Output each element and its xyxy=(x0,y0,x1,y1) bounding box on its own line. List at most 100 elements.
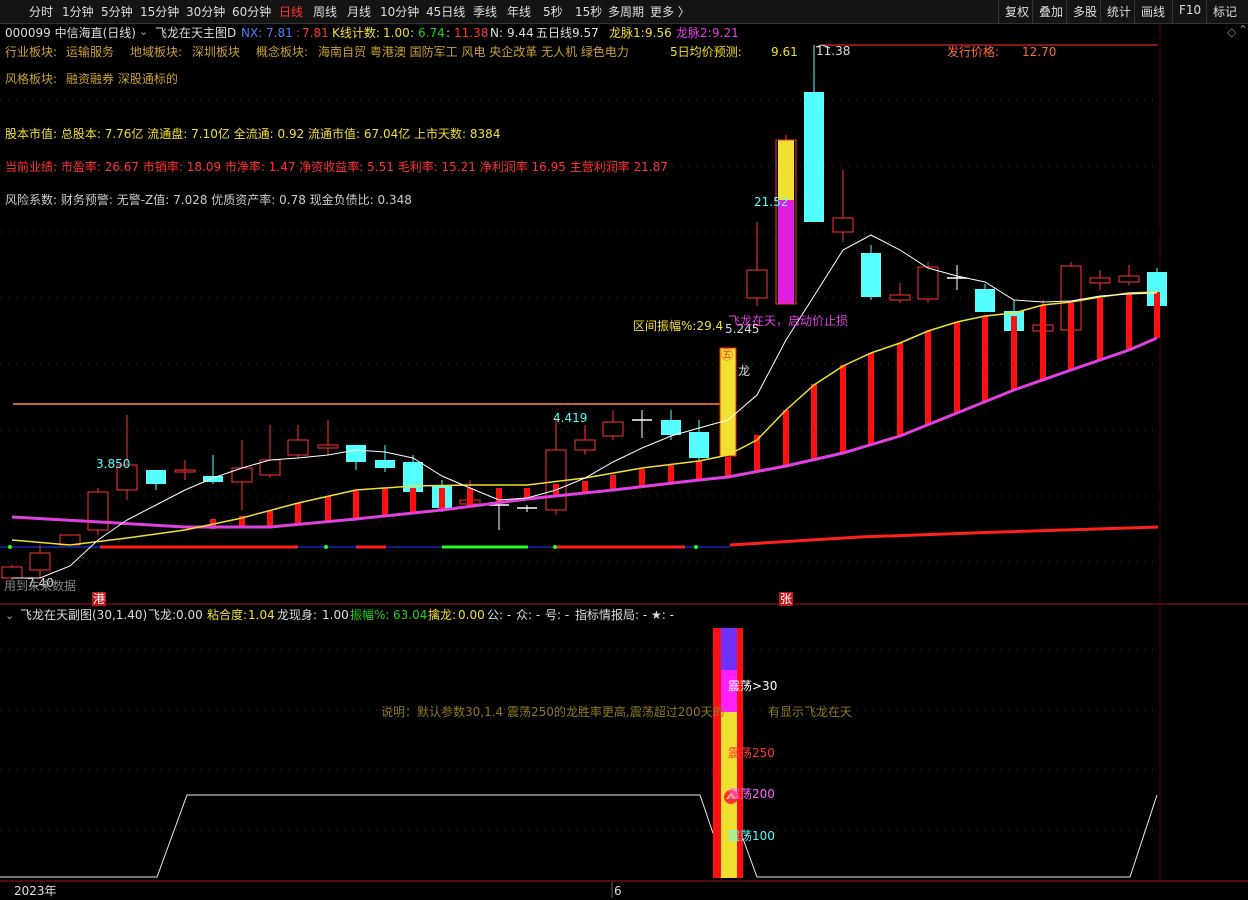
candle-body-1 xyxy=(29,552,51,571)
concept-value[interactable]: 海南自贸 粤港澳 国防军工 风电 央企改革 无人机 绿色电力 xyxy=(318,45,629,59)
candle-body-39 xyxy=(1118,275,1140,283)
candle-body-29 xyxy=(832,217,854,233)
sub-indicator-title[interactable]: 飞龙在天副图(30,1.40) xyxy=(20,608,147,622)
diamond-icon[interactable]: ◇ xyxy=(1227,25,1236,39)
gang-marker: 港 xyxy=(92,592,107,606)
sub-description: 说明：默认参数30,1.4 震荡250的龙胜率更高,震荡超过200天的 xyxy=(381,705,725,719)
axis-year-label: 2023年 xyxy=(14,884,57,898)
indicator-name[interactable]: 飞龙在天主图D xyxy=(155,26,236,40)
collapse-icon[interactable]: ⌃ xyxy=(1238,23,1248,37)
base-dot-3 xyxy=(694,545,698,549)
base-seg-5 xyxy=(729,525,1159,547)
signal-bar-13 xyxy=(582,481,588,493)
candle-body-21 xyxy=(602,421,624,437)
candle-body-12 xyxy=(346,445,366,462)
base-dot-0 xyxy=(8,545,12,549)
sub-description-2: 有显示飞龙在天 xyxy=(768,705,853,719)
nx-value-2: 7.81 xyxy=(302,26,329,40)
industry-value[interactable]: 运输服务 xyxy=(66,45,114,59)
signal-bar-9 xyxy=(467,488,473,506)
sub-report: 指标情报局: - ★: - xyxy=(575,608,674,622)
signal-bar-16 xyxy=(668,464,674,483)
issue-price-label: 发行价格: xyxy=(947,45,1000,59)
signal-bar-14 xyxy=(610,475,616,490)
axis-month-label: 6 xyxy=(614,884,622,898)
candle-body-bot-27 xyxy=(778,200,794,304)
signal-bar-29 xyxy=(1040,305,1046,381)
signal-bar-23 xyxy=(868,353,874,445)
candle-body-5 xyxy=(146,470,166,484)
sub-ql-label: 擒龙: xyxy=(428,608,457,622)
signal-bar-30 xyxy=(1068,303,1074,370)
sub-lxs-label: 龙现身: xyxy=(277,608,318,622)
candle-body-6 xyxy=(174,469,196,473)
candle-body-10 xyxy=(287,439,309,456)
forecast-value: 9.61 xyxy=(771,45,798,59)
sub-fl-value: 0.00 xyxy=(176,608,203,622)
future-data-note: 用到未来数据 xyxy=(4,579,77,593)
stock-name: 000099 中信海直(日线) xyxy=(5,26,136,40)
longmai1-label: 龙脉1: xyxy=(609,26,645,40)
signal-bar-24 xyxy=(897,343,903,436)
sub-nh-label: 粘合度: xyxy=(207,608,248,622)
longmai2-value: 9.21 xyxy=(712,26,739,40)
sub-dropdown-icon[interactable]: ⌄ xyxy=(5,609,14,623)
signal-bar-2 xyxy=(267,511,273,527)
n-value: 9.44 xyxy=(507,26,534,40)
base-dot-1 xyxy=(324,545,328,549)
wu-label: 五日线: xyxy=(536,26,577,40)
range-amplitude-label: 区间振幅%:29.4 xyxy=(633,319,724,333)
candle-body-20 xyxy=(574,439,596,451)
high-price-label: 11.38 xyxy=(816,44,851,58)
longmai2-label: 龙脉2: xyxy=(676,26,712,40)
sub-gong: 公: - xyxy=(487,608,512,622)
signal-bar-7 xyxy=(410,488,416,514)
signal-bar-28 xyxy=(1011,316,1017,390)
candle-body-34 xyxy=(975,289,995,312)
feilong-message: 飞龙在天，启动价止损 xyxy=(728,314,849,328)
zhendang-200-label: 震荡200 xyxy=(728,787,775,801)
signal-bar-15 xyxy=(639,469,645,486)
candle-body-24 xyxy=(689,432,709,458)
n-label: N: xyxy=(490,26,504,40)
signal-bar-21 xyxy=(811,384,817,460)
style-value[interactable]: 融资融券 深股通标的 xyxy=(66,72,178,86)
region-label: 地域板块: xyxy=(130,45,183,59)
sub-hao: 号: - xyxy=(545,608,570,622)
signal-bar-5 xyxy=(353,491,359,519)
kline-count-label: K线计数: xyxy=(332,26,380,40)
nx-label: NX: xyxy=(241,26,263,40)
dropdown-icon[interactable]: ⌄ xyxy=(139,25,148,39)
signal-bar-22 xyxy=(840,365,846,453)
style-label: 风格板块: xyxy=(5,72,58,86)
signal-bar-20 xyxy=(783,410,789,466)
kline-sep-2: : xyxy=(446,26,451,40)
sub-zf-value: 63.04 xyxy=(393,608,428,622)
signal-bar-4 xyxy=(325,496,331,522)
concept-label: 概念板块: xyxy=(256,45,309,59)
signal-bar-31 xyxy=(1097,298,1103,360)
sub-col-purple xyxy=(721,628,737,670)
candle-body-25 xyxy=(720,348,736,456)
industry-label: 行业板块: xyxy=(5,45,58,59)
risk-info: 风险系数: 财务预警: 无警-Z值: 7.028 优质资产率: 0.78 现金负… xyxy=(5,193,412,207)
signal-bar-6 xyxy=(382,488,388,517)
price-label-4419: 4.419 xyxy=(553,411,588,425)
sub-col-red-left xyxy=(713,628,721,878)
candle-body-28 xyxy=(804,92,824,222)
signal-bar-33 xyxy=(1154,292,1160,338)
candle-body-13 xyxy=(375,460,395,468)
kline-count-value-2: 6.74 xyxy=(418,26,445,40)
sub-nh-value: 1.04 xyxy=(248,608,275,622)
signal-bar-8 xyxy=(439,488,445,510)
sub-lxs-value: 1.00 xyxy=(322,608,349,622)
zhendang-250-label: 震荡250 xyxy=(728,746,775,760)
region-value[interactable]: 深圳板块 xyxy=(192,45,240,59)
sub-fl-label: 飞龙: xyxy=(148,608,177,622)
signal-bar-18 xyxy=(725,457,731,477)
performance-info: 当前业绩: 市盈率: 26.67 市销率: 18.09 市净率: 1.47 净资… xyxy=(5,160,668,174)
signal-bar-17 xyxy=(696,461,702,480)
candle-body-38 xyxy=(1089,277,1111,284)
nx-value-1: 7.81 xyxy=(266,26,293,40)
candle-body-26 xyxy=(746,269,768,299)
